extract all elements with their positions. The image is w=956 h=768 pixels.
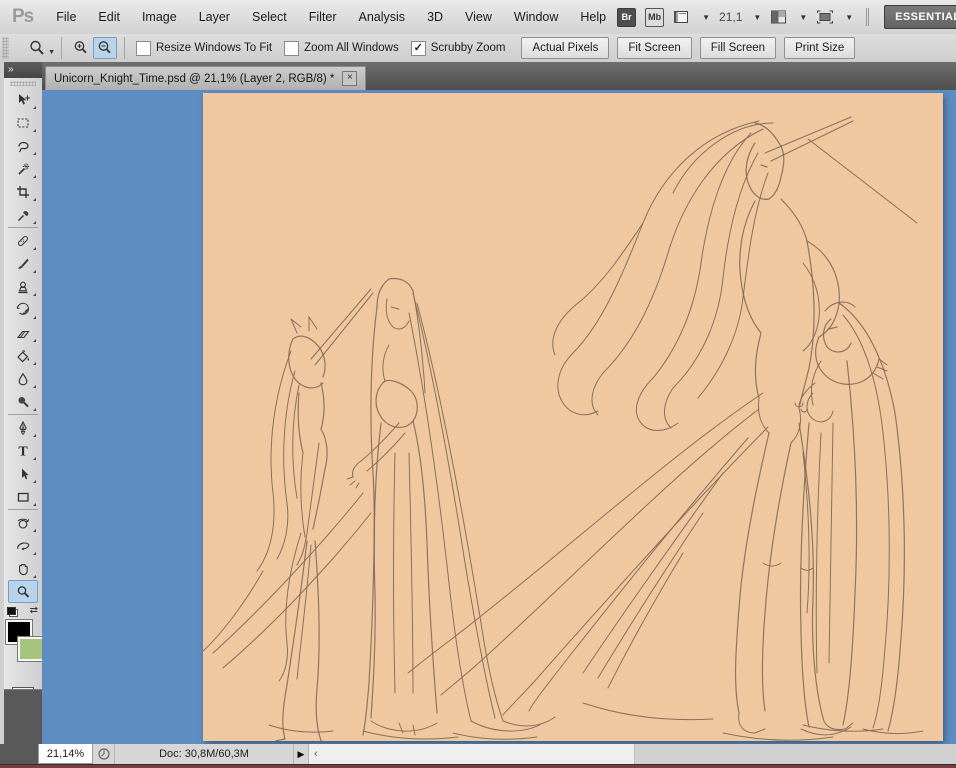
launch-bridge-button[interactable]: Br — [617, 7, 637, 27]
zoom-in-button[interactable] — [69, 37, 93, 59]
magic-wand-tool[interactable] — [8, 157, 38, 180]
zoom-all-windows-checkbox[interactable] — [284, 40, 300, 56]
photoshop-window: { "app": { "logo": "Ps", "workspace": "E… — [0, 0, 956, 768]
paint-bucket-tool[interactable] — [8, 344, 38, 367]
zoom-tool[interactable] — [8, 580, 38, 603]
menu-file[interactable]: File — [45, 0, 87, 34]
clone-stamp-tool[interactable] — [8, 275, 38, 298]
path-selection-tool[interactable] — [8, 462, 38, 485]
checkbox-label: Zoom All Windows — [304, 42, 399, 54]
canvas-pasteboard[interactable] — [42, 90, 956, 744]
crop-tool[interactable] — [8, 180, 38, 203]
eyedropper-tool[interactable] — [8, 203, 38, 226]
move-tool[interactable] — [8, 88, 38, 111]
scrubby-zoom-checkbox-row: ✓ Scrubby Zoom — [410, 40, 506, 56]
workspace-switcher-button[interactable]: ESSENTIALS — [884, 5, 956, 29]
close-icon[interactable]: × — [342, 71, 358, 86]
scrollbar-thumb[interactable] — [634, 744, 956, 764]
scroll-left-icon[interactable]: ‹ — [309, 748, 318, 760]
fit-screen-button[interactable]: Fit Screen — [617, 37, 692, 59]
zoom-all-windows-checkbox-row: Zoom All Windows — [284, 40, 399, 56]
zoom-out-button[interactable] — [93, 37, 117, 59]
app-bar-controls: Br Mb ▼ 21,1 ▼ ▼ ▼ ESSENTIALS — [617, 0, 956, 34]
resize-windows-checkbox-row: Resize Windows To Fit — [136, 40, 273, 56]
menu-select[interactable]: Select — [241, 0, 298, 34]
menu-view[interactable]: View — [454, 0, 503, 34]
screen-mode-icon[interactable] — [816, 9, 834, 25]
view-extras-icon[interactable] — [673, 9, 691, 25]
status-doc-sizes[interactable]: Doc: 30,8M/60,3M — [115, 744, 294, 764]
healing-brush-tool[interactable] — [8, 229, 38, 252]
actual-pixels-button[interactable]: Actual Pixels — [521, 37, 610, 59]
chevron-down-icon[interactable]: ▼ — [753, 13, 761, 22]
menu-edit[interactable]: Edit — [87, 0, 131, 34]
preview-clock-icon[interactable] — [93, 744, 115, 764]
arrange-documents-icon[interactable] — [770, 9, 788, 25]
dodge-tool[interactable] — [8, 390, 38, 413]
tools-separator — [8, 414, 38, 415]
options-bar-grip[interactable] — [2, 37, 9, 59]
rotate-3d-tool[interactable] — [8, 511, 38, 534]
tools-separator — [8, 227, 38, 228]
menu-image[interactable]: Image — [131, 0, 188, 34]
document-tab-bar: Unicorn_Knight_Time.psd @ 21,1% (Layer 2… — [42, 62, 956, 91]
status-bar: 21,14% Doc: 30,8M/60,3M ▶ ‹ — [0, 744, 956, 764]
menu-layer[interactable]: Layer — [188, 0, 241, 34]
fill-screen-button[interactable]: Fill Screen — [699, 37, 777, 59]
tools-panel: » T ⇄ — [4, 62, 45, 764]
document-canvas[interactable] — [203, 93, 943, 741]
menu-help[interactable]: Help — [569, 0, 617, 34]
options-separator — [124, 37, 125, 59]
zoom-level-field[interactable]: 21,1 — [719, 10, 742, 24]
horizontal-scrollbar[interactable]: ‹ — [308, 744, 956, 764]
launch-mini-bridge-button[interactable]: Mb — [645, 7, 665, 27]
lasso-tool[interactable] — [8, 134, 38, 157]
chevron-down-icon[interactable]: ▼ — [702, 13, 710, 22]
type-tool[interactable]: T — [8, 439, 38, 462]
chevron-down-icon[interactable]: ▼ — [799, 13, 807, 22]
history-brush-tool[interactable] — [8, 298, 38, 321]
document-tab[interactable]: Unicorn_Knight_Time.psd @ 21,1% (Layer 2… — [45, 66, 367, 90]
swap-colors-icon[interactable]: ⇄ — [30, 605, 38, 616]
default-colors-icon[interactable] — [7, 607, 18, 617]
window-bottom-edge — [0, 764, 956, 768]
status-flyout-icon[interactable]: ▶ — [294, 744, 308, 764]
print-size-button[interactable]: Print Size — [784, 37, 856, 59]
zoom-tool-preset-icon[interactable]: ▼ — [27, 38, 55, 58]
hand-tool[interactable] — [8, 557, 38, 580]
color-swatch-area: ⇄ — [5, 605, 45, 679]
toolbar-separator — [866, 8, 868, 26]
options-separator — [61, 37, 62, 59]
chevron-down-icon[interactable]: ▼ — [845, 13, 853, 22]
photoshop-logo: Ps — [12, 6, 34, 27]
svg-text:T: T — [18, 444, 28, 458]
chevron-down-icon[interactable]: ▼ — [48, 49, 55, 56]
marquee-tool[interactable] — [8, 111, 38, 134]
scrubby-zoom-checkbox[interactable]: ✓ — [410, 40, 426, 56]
tools-panel-grip[interactable] — [4, 78, 42, 88]
pen-tool[interactable] — [8, 416, 38, 439]
menu-filter[interactable]: Filter — [298, 0, 348, 34]
collapse-panel-icon[interactable]: » — [4, 62, 42, 78]
eraser-tool[interactable] — [8, 321, 38, 344]
status-bar-corner — [0, 744, 38, 764]
menu-3d[interactable]: 3D — [416, 0, 454, 34]
checkbox-label: Resize Windows To Fit — [156, 42, 273, 54]
menu-window[interactable]: Window — [503, 0, 569, 34]
brush-tool[interactable] — [8, 252, 38, 275]
rectangle-tool[interactable] — [8, 485, 38, 508]
menu-bar: Ps File Edit Image Layer Select Filter A… — [0, 0, 956, 35]
blur-tool[interactable] — [8, 367, 38, 390]
document-tab-title: Unicorn_Knight_Time.psd @ 21,1% (Layer 2… — [54, 72, 335, 85]
orbit-3d-tool[interactable] — [8, 534, 38, 557]
tool-options-bar: ▼ Resize Windows To Fit Zoom All Windows… — [0, 34, 956, 63]
background-color-swatch[interactable] — [17, 636, 45, 662]
tools-separator — [8, 509, 38, 510]
status-zoom-field[interactable]: 21,14% — [38, 744, 93, 764]
sketch-drawing — [203, 116, 924, 741]
checkbox-label: Scrubby Zoom — [430, 42, 506, 54]
resize-windows-checkbox[interactable] — [136, 40, 151, 56]
menu-analysis[interactable]: Analysis — [348, 0, 417, 34]
